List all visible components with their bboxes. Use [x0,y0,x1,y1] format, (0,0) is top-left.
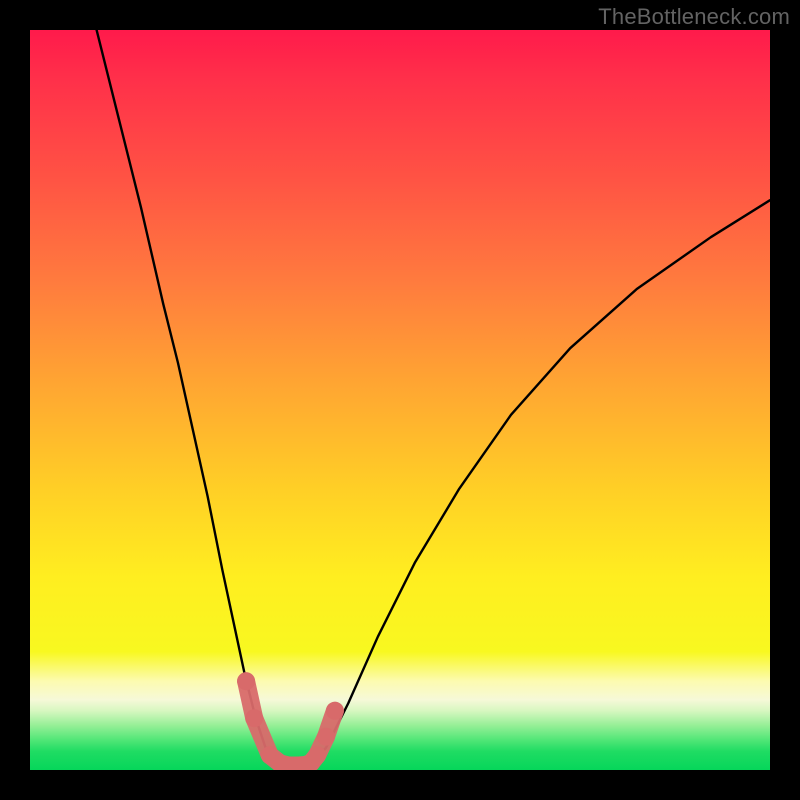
marker-point [245,709,263,727]
marker-point [326,702,344,720]
marker-point [308,746,326,764]
watermark-text: TheBottleneck.com [598,4,790,30]
marker-point [317,728,335,746]
chart-frame: TheBottleneck.com [0,0,800,800]
curve-lines [97,30,770,767]
plot-area [30,30,770,770]
data-markers [237,672,344,770]
chart-svg [30,30,770,770]
bottleneck-curve [97,30,770,767]
marker-point [237,672,255,690]
